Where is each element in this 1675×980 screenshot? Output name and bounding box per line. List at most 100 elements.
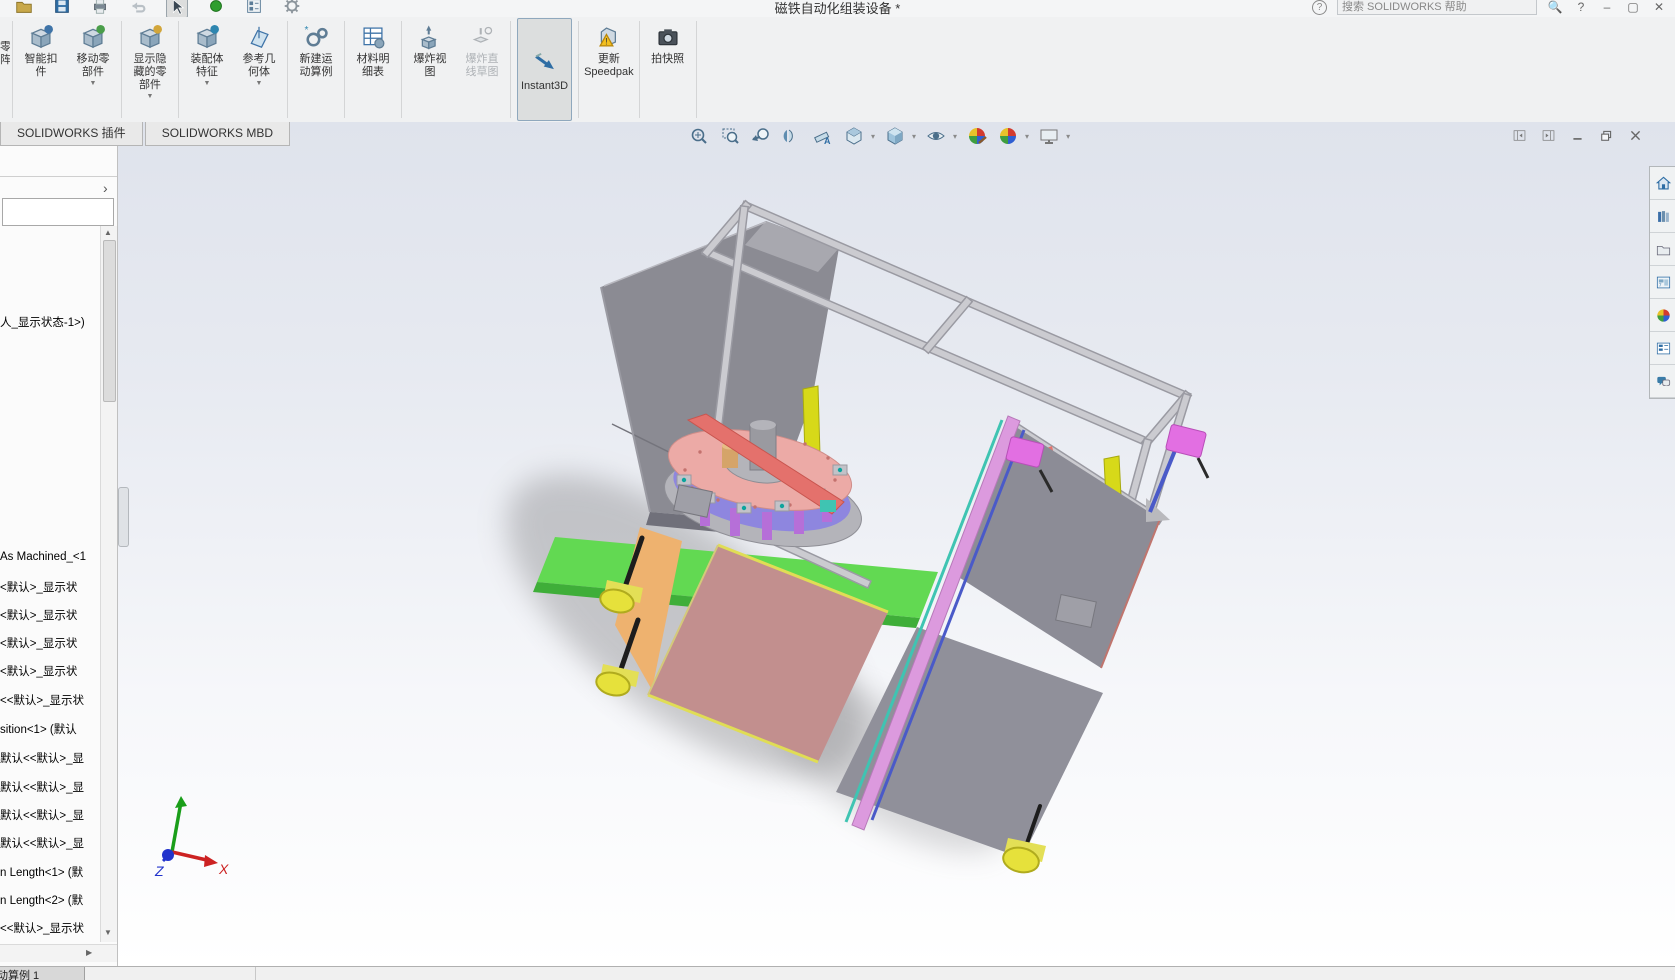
move-component-icon <box>79 23 107 51</box>
view-orientation-icon[interactable] <box>843 125 865 147</box>
help-icon[interactable]: ? <box>1312 0 1327 15</box>
hide-show-items-icon[interactable] <box>925 125 947 147</box>
tree-item[interactable]: 默认<<默认>_显 <box>0 750 84 766</box>
pane-left-button[interactable] <box>1512 128 1527 143</box>
ribbon-reference-geometry-button[interactable]: 参考几 何体 ▼ <box>233 17 285 122</box>
help-menu[interactable]: ? <box>1573 0 1589 14</box>
bill-of-materials-icon <box>359 23 387 51</box>
chevron-down-icon: ▼ <box>255 80 263 87</box>
edit-appearance-icon[interactable] <box>966 125 988 147</box>
show-hidden-components-label: 显示隐 藏的零 部件 <box>133 53 167 91</box>
scrollbar-thumb[interactable] <box>103 240 116 402</box>
view-palette-icon: 7 <box>1655 274 1672 291</box>
reference-geometry-label: 参考几 何体 <box>242 53 276 78</box>
motion-manager-bar: 运动算例 1 <box>0 966 1675 980</box>
ribbon-explode-line-sketch-button[interactable]: 爆炸直 线草图 <box>456 17 508 122</box>
exploded-view-icon <box>416 23 444 51</box>
ribbon-smart-fasteners-button[interactable]: 智能扣件 <box>15 17 67 122</box>
scroll-right-icon[interactable]: ▶ <box>86 948 92 957</box>
chevron-down-icon[interactable]: ▾ <box>1025 132 1029 141</box>
doc-close-button[interactable] <box>1628 128 1643 143</box>
custom-properties-icon <box>1655 340 1672 357</box>
search-icon[interactable]: 🔍 <box>1547 0 1563 14</box>
ribbon-update-speedpak-button[interactable]: ! 更新 Speedpak <box>581 17 637 122</box>
tree-item[interactable]: 默认<<默认>_显 <box>0 835 84 851</box>
taskpane-view-palette-tab[interactable]: 7 <box>1650 266 1675 299</box>
app-minimize-button[interactable]: – <box>1599 0 1615 14</box>
tree-item[interactable]: <默认>_显示状 <box>0 635 77 651</box>
clipped-ribbon-button[interactable]: 零 阵 <box>0 17 10 122</box>
appearances-scenes-icon <box>1655 307 1672 324</box>
show-hidden-components-icon <box>136 23 164 51</box>
tree-item[interactable]: <<默认>_显示状 <box>0 692 84 708</box>
app-maximize-button[interactable]: ▢ <box>1625 0 1641 14</box>
section-view-icon[interactable] <box>781 125 803 147</box>
ribbon-exploded-view-button[interactable]: 爆炸视图 <box>404 17 456 122</box>
zoom-to-fit-icon[interactable] <box>688 125 710 147</box>
bill-of-materials-label: 材料明 细表 <box>356 53 390 78</box>
design-library-icon <box>1655 208 1672 225</box>
taskpane-solidworks-forum-tab[interactable] <box>1650 365 1675 398</box>
tree-item[interactable]: <默认>_显示状 <box>0 607 77 623</box>
tree-item[interactable]: 人_显示状态-1>) <box>0 314 85 330</box>
tree-item[interactable]: As Machined_<1 <box>0 551 86 563</box>
ribbon-new-motion-study-button[interactable]: * 新建运 动算例 <box>290 17 342 122</box>
instant3d-icon <box>531 50 559 78</box>
tree-item[interactable]: <默认>_显示状 <box>0 663 77 679</box>
ribbon-instant3d-button[interactable]: Instant3D <box>517 18 573 121</box>
scroll-up-icon[interactable]: ▲ <box>104 228 112 237</box>
doc-restore-button[interactable] <box>1599 128 1614 143</box>
update-speedpak-icon: ! <box>595 23 623 51</box>
assembly-features-label: 装配体 特征 <box>190 53 224 78</box>
chevron-down-icon[interactable]: ▾ <box>953 132 957 141</box>
solidworks-window: 磁铁自动化组装设备 * ? 搜索 SOLIDWORKS 帮助 🔍 ? – ▢ ✕… <box>0 0 1675 980</box>
tab-solidworks-插件[interactable]: SOLIDWORKS 插件 <box>0 122 143 146</box>
tree-item[interactable]: <默认>_显示状 <box>0 579 77 595</box>
ribbon-take-snapshot-button[interactable]: 拍快照 <box>642 17 694 122</box>
smart-fasteners-icon <box>27 23 55 51</box>
pane-right-button[interactable] <box>1541 128 1556 143</box>
view-settings-icon[interactable] <box>1038 125 1060 147</box>
ribbon-assembly-features-button[interactable]: 装配体 特征 ▼ <box>181 17 233 122</box>
feature-manager-tree: › 人_显示状态-1>) As Machined_<1 <默认>_显示状 <默认>_显… <box>0 146 118 966</box>
doc-minimize-button[interactable] <box>1570 128 1585 143</box>
tree-item[interactable]: 默认<<默认>_显 <box>0 779 84 795</box>
display-style-icon[interactable] <box>884 125 906 147</box>
scroll-down-icon[interactable]: ▼ <box>104 928 112 937</box>
tree-filter-box[interactable] <box>2 198 114 226</box>
taskpane-solidworks-resources-tab[interactable] <box>1650 167 1675 200</box>
tree-horizontal-scrollbar[interactable]: ▶ <box>0 944 117 962</box>
tree-item[interactable]: n Length<2> (默 <box>0 892 83 908</box>
measure-icon[interactable]: A <box>812 125 834 147</box>
ribbon-move-component-button[interactable]: 移动零 部件 ▼ <box>67 17 119 122</box>
chevron-down-icon[interactable]: ▾ <box>871 132 875 141</box>
search-input[interactable]: 搜索 SOLIDWORKS 帮助 <box>1337 0 1537 15</box>
app-close-button[interactable]: ✕ <box>1651 0 1667 14</box>
svg-text:!: ! <box>605 37 607 47</box>
taskpane-file-explorer-tab[interactable] <box>1650 233 1675 266</box>
taskpane-custom-properties-tab[interactable] <box>1650 332 1675 365</box>
tree-vertical-scrollbar[interactable]: ▲ ▼ <box>100 226 117 942</box>
tree-item[interactable]: n Length<1> (默 <box>0 864 83 880</box>
previous-view-icon[interactable] <box>750 125 772 147</box>
flyout-expand-arrow[interactable]: › <box>103 180 108 196</box>
zoom-to-area-icon[interactable] <box>719 125 741 147</box>
reference-geometry-icon <box>245 23 273 51</box>
ribbon-bill-of-materials-button[interactable]: 材料明 细表 <box>347 17 399 122</box>
taskpane-appearances-scenes-tab[interactable] <box>1650 299 1675 332</box>
chevron-down-icon[interactable]: ▾ <box>1066 132 1070 141</box>
taskpane-design-library-tab[interactable] <box>1650 200 1675 233</box>
tab-solidworks-mbd[interactable]: SOLIDWORKS MBD <box>144 122 291 146</box>
solidworks-forum-icon <box>1655 373 1672 390</box>
explode-line-sketch-icon <box>468 23 496 51</box>
tree-item[interactable]: <<默认>_显示状 <box>0 920 84 936</box>
tree-item[interactable]: sition<1> (默认 <box>0 721 77 737</box>
chevron-down-icon[interactable]: ▾ <box>912 132 916 141</box>
instant3d-label: Instant3D <box>521 80 569 92</box>
graphics-viewport[interactable] <box>117 122 1675 966</box>
ribbon-show-hidden-components-button[interactable]: 显示隐 藏的零 部件 ▼ <box>124 17 176 122</box>
panel-splitter-grip[interactable] <box>118 487 129 547</box>
apply-scene-icon[interactable] <box>997 125 1019 147</box>
tree-item[interactable]: 默认<<默认>_显 <box>0 807 84 823</box>
motion-study-tab[interactable]: 运动算例 1 <box>0 967 85 980</box>
